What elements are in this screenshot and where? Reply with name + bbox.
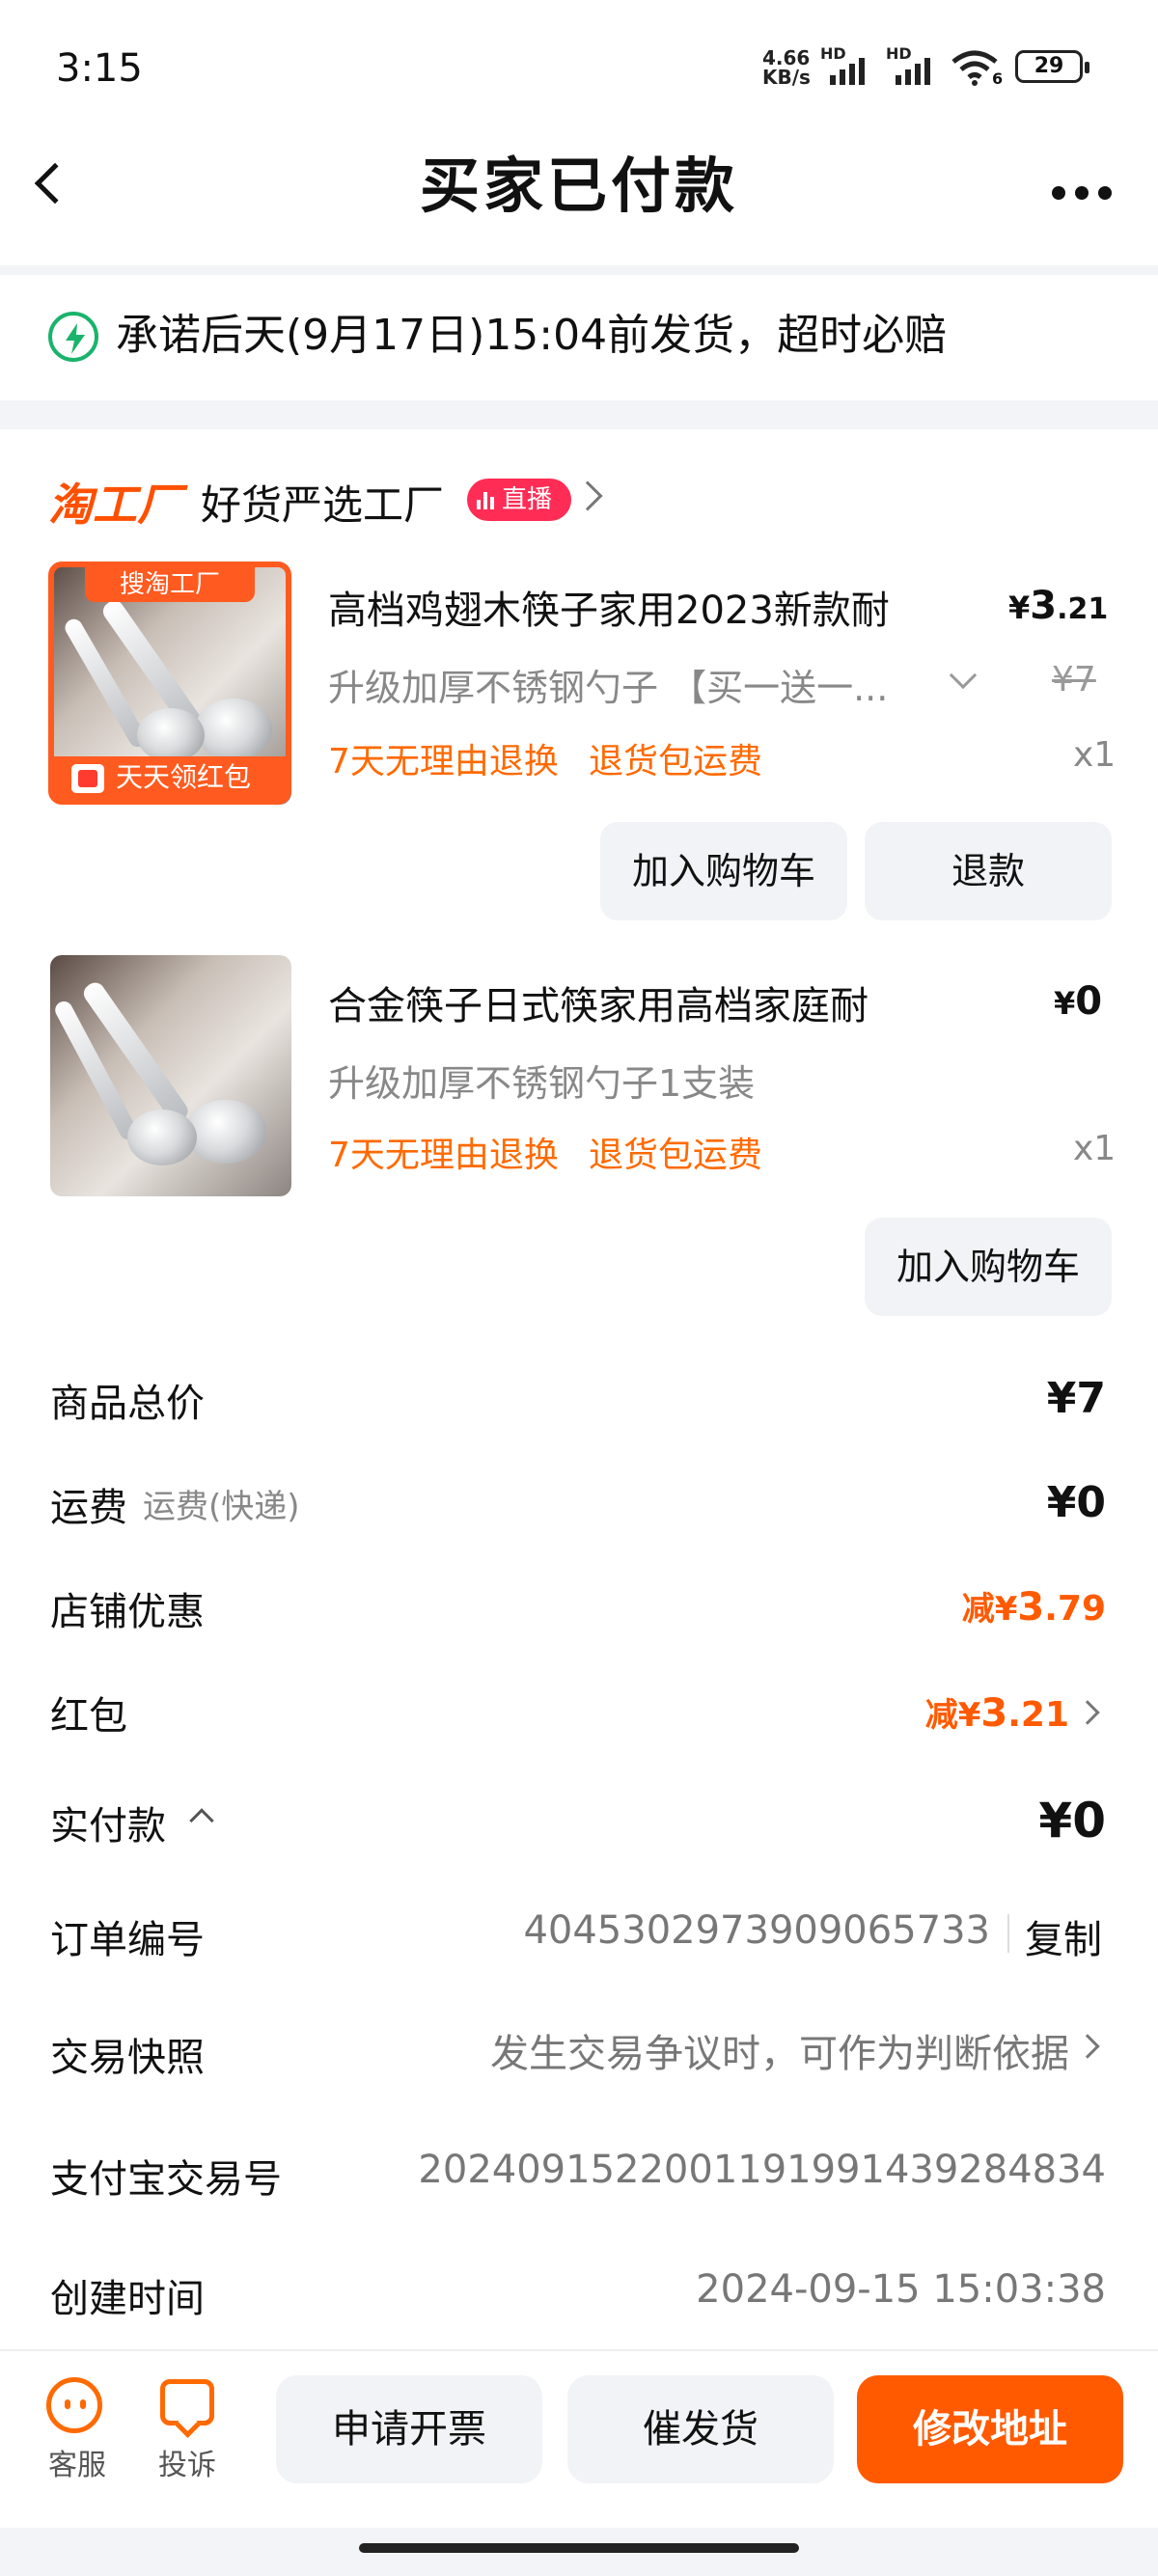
redpacket-value[interactable]: 减¥3.21 bbox=[925, 1688, 1069, 1736]
shop-discount-value: 减¥3.79 bbox=[962, 1582, 1106, 1630]
product-quantity: x1 bbox=[1073, 735, 1117, 775]
product-title[interactable]: 合金筷子日式筷家用高档家庭耐 bbox=[328, 974, 868, 1030]
shipping-insurance-tag: 退货包运费 bbox=[589, 742, 763, 781]
original-price: ¥7 bbox=[1052, 660, 1096, 699]
discount-dec: .79 bbox=[1044, 1589, 1106, 1629]
product-image[interactable] bbox=[50, 955, 291, 1196]
urge-shipping-button[interactable]: 催发货 bbox=[567, 2375, 834, 2483]
product-price: ¥3.21 bbox=[1008, 584, 1108, 628]
created-time: 2024-09-15 15:03:38 bbox=[696, 2267, 1106, 2312]
product-sku[interactable]: 升级加厚不锈钢勺子 【买一送一... bbox=[328, 658, 888, 711]
status-time: 3:15 bbox=[56, 46, 143, 91]
total-price-label: 商品总价 bbox=[50, 1382, 205, 1426]
return-tag: 7天无理由退换 bbox=[328, 1136, 559, 1175]
total-price-value: ¥7 bbox=[1046, 1374, 1106, 1423]
price-symbol: ¥ bbox=[1054, 985, 1076, 1022]
redpacket-label: 红包 bbox=[50, 1694, 127, 1739]
return-tag: 7天无理由退换 bbox=[328, 742, 559, 781]
paid-value: ¥0 bbox=[1038, 1793, 1106, 1849]
snapshot-value[interactable]: 发生交易争议时，可作为判断依据 bbox=[490, 2022, 1069, 2078]
divider bbox=[1007, 1914, 1009, 1953]
wifi-sub: 6 bbox=[992, 69, 1004, 88]
search-badge: 搜淘工厂 bbox=[54, 567, 286, 602]
more-dots-icon[interactable] bbox=[1052, 186, 1112, 200]
paid-label[interactable]: 实付款 bbox=[50, 1795, 166, 1850]
edit-address-button[interactable]: 修改地址 bbox=[857, 2375, 1123, 2483]
redpacket-dec: .21 bbox=[1007, 1695, 1069, 1735]
snapshot-label: 交易快照 bbox=[50, 2036, 205, 2080]
home-indicator[interactable] bbox=[359, 2543, 799, 2553]
signal-bars-2-icon bbox=[896, 54, 930, 85]
lightning-icon bbox=[48, 312, 98, 362]
net-speed-value: 4.66 bbox=[762, 46, 811, 69]
battery-icon: 29 bbox=[1015, 50, 1089, 83]
price-dec: .21 bbox=[1057, 592, 1109, 626]
price-int: 3 bbox=[1030, 584, 1058, 628]
shipping-value: ¥0 bbox=[1046, 1478, 1106, 1527]
live-icon bbox=[477, 490, 494, 509]
product-title[interactable]: 高档鸡翅木筷子家用2023新款耐 bbox=[328, 579, 890, 635]
product-price: ¥0 bbox=[1054, 979, 1102, 1024]
alipay-label: 支付宝交易号 bbox=[50, 2157, 282, 2202]
customer-service-label[interactable]: 客服 bbox=[39, 2441, 116, 2483]
order-number: 4045302973909065733 bbox=[523, 1908, 990, 1953]
refund-button[interactable]: 退款 bbox=[865, 822, 1112, 920]
add-to-cart-button[interactable]: 加入购物车 bbox=[600, 822, 847, 920]
net-speed-unit: KB/s bbox=[762, 66, 811, 89]
discount-int: 3 bbox=[1017, 1585, 1045, 1630]
discount-prefix: 减¥ bbox=[961, 1590, 1018, 1629]
search-badge-label: 搜淘工厂 bbox=[85, 567, 255, 602]
redpacket-int: 3 bbox=[980, 1691, 1008, 1736]
product-sku[interactable]: 升级加厚不锈钢勺子1支装 bbox=[328, 1054, 755, 1107]
complaint-icon[interactable] bbox=[160, 2379, 214, 2425]
created-time-label: 创建时间 bbox=[50, 2277, 205, 2321]
shipping-insurance-tag: 退货包运费 bbox=[589, 1136, 763, 1175]
signal-bars-1-icon bbox=[830, 54, 865, 85]
price-int: 0 bbox=[1075, 979, 1103, 1024]
page-title: 买家已付款 bbox=[419, 151, 738, 221]
shipping-sub: 运费(快递) bbox=[143, 1488, 300, 1526]
shop-logo[interactable]: 淘工厂 bbox=[48, 470, 181, 534]
invoice-button[interactable]: 申请开票 bbox=[276, 2375, 542, 2483]
red-packet-icon bbox=[71, 764, 104, 793]
alipay-number: 2024091522001191991439284834 bbox=[418, 2148, 1106, 2192]
order-number-label: 订单编号 bbox=[50, 1918, 205, 1962]
add-to-cart-button[interactable]: 加入购物车 bbox=[865, 1218, 1112, 1316]
shipping-label: 运费 bbox=[50, 1486, 127, 1530]
network-speed: 4.66 KB/s bbox=[762, 48, 811, 87]
shipping-promise-text: 承诺后天(9月17日)15:04前发货，超时必赔 bbox=[116, 311, 948, 360]
shop-discount-label: 店铺优惠 bbox=[50, 1590, 205, 1634]
product-quantity: x1 bbox=[1073, 1129, 1117, 1168]
copy-button[interactable]: 复制 bbox=[1025, 1908, 1102, 1964]
customer-service-icon[interactable] bbox=[46, 2377, 102, 2433]
redpacket-prefix: 减¥ bbox=[924, 1696, 981, 1735]
shop-name[interactable]: 好货严选工厂 bbox=[201, 473, 444, 532]
price-symbol: ¥ bbox=[1008, 589, 1031, 626]
complaint-label[interactable]: 投诉 bbox=[149, 2441, 226, 2483]
